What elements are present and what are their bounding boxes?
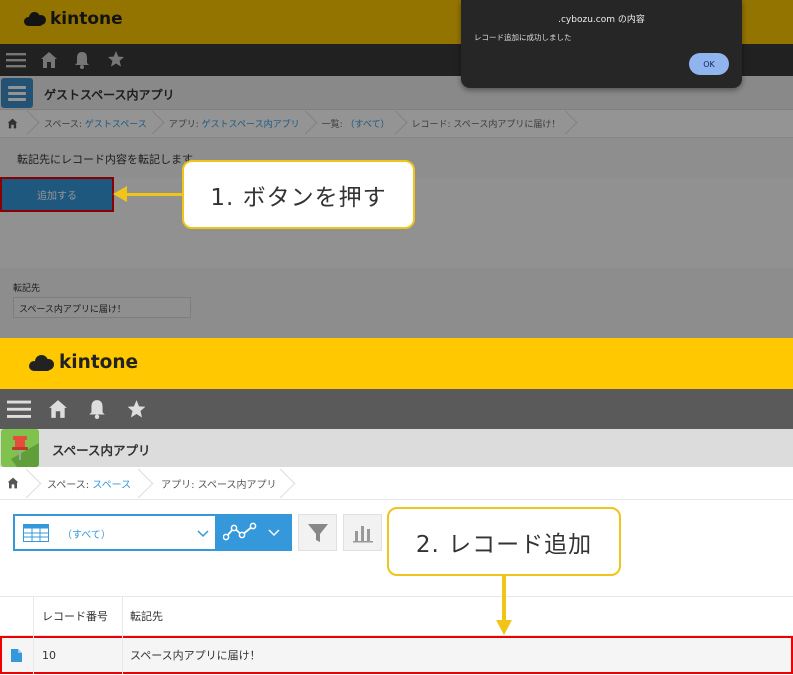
dialog-ok-button[interactable]: OK xyxy=(689,53,729,75)
graph-view-button[interactable] xyxy=(216,514,292,551)
app-name-bottom[interactable]: スペース内アプリ xyxy=(52,440,151,459)
chart-button[interactable] xyxy=(343,514,382,551)
callout2-arrow-line xyxy=(502,576,506,622)
filter-button[interactable] xyxy=(298,514,337,551)
table-view-icon xyxy=(23,524,49,542)
bell-icon[interactable] xyxy=(88,399,106,419)
dialog-message: レコード追加に成功しました xyxy=(474,33,572,42)
view-selector[interactable]: （すべて） xyxy=(13,514,217,551)
breadcrumb-space: スペース: スペース xyxy=(33,467,145,500)
graph-icon xyxy=(223,522,257,541)
bar-chart-icon xyxy=(353,526,373,543)
alert-dialog: .cybozu.com の内容 レコード追加に成功しました OK xyxy=(461,0,742,88)
dialog-title: .cybozu.com の内容 xyxy=(558,15,645,25)
record-detail-link[interactable] xyxy=(0,636,34,674)
destination-cell: スペース内アプリに届け！ xyxy=(130,649,261,662)
menu-icon[interactable] xyxy=(7,398,31,420)
chevron-down-icon xyxy=(268,529,280,537)
arrow-left-icon xyxy=(113,186,127,202)
callout-step1: 1. ボタンを押す xyxy=(182,160,415,229)
breadcrumb-app-label: アプリ: スペース内アプリ xyxy=(161,479,277,491)
header-destination[interactable]: 転記先 xyxy=(123,597,793,635)
header-record-number[interactable]: レコード番号 xyxy=(34,597,123,635)
document-icon xyxy=(11,648,22,662)
table-row[interactable]: 10 スペース内アプリに届け！ xyxy=(0,636,793,674)
arrow-down-icon xyxy=(496,620,512,635)
home-icon[interactable] xyxy=(47,399,69,419)
view-selector-label: （すべて） xyxy=(62,530,111,541)
header-cell-icon xyxy=(0,597,34,635)
breadcrumb-bottom: スペース: スペース アプリ: スペース内アプリ xyxy=(0,467,793,500)
home-icon xyxy=(7,477,19,489)
breadcrumb-app: アプリ: スペース内アプリ xyxy=(145,467,286,500)
star-icon[interactable] xyxy=(126,399,147,419)
breadcrumb-space-link[interactable]: スペース xyxy=(92,476,131,491)
global-nav-bottom xyxy=(0,389,793,429)
callout-step2: 2. レコード追加 xyxy=(387,507,621,576)
pushpin-app-icon xyxy=(1,429,39,467)
breadcrumb-space-prefix: スペース: xyxy=(47,479,90,491)
record-number-cell: 10 xyxy=(34,636,123,674)
cloud-logo-icon xyxy=(29,354,54,371)
pushpin-icon xyxy=(11,436,39,467)
funnel-icon xyxy=(308,524,328,542)
logo-text: kintone xyxy=(59,352,139,373)
table-header: レコード番号 転記先 xyxy=(0,596,793,636)
breadcrumb-home[interactable] xyxy=(0,467,33,500)
kintone-logo-bottom[interactable]: kintone xyxy=(29,352,138,373)
callout1-arrow-line xyxy=(126,193,183,196)
chevron-down-icon xyxy=(197,530,209,538)
